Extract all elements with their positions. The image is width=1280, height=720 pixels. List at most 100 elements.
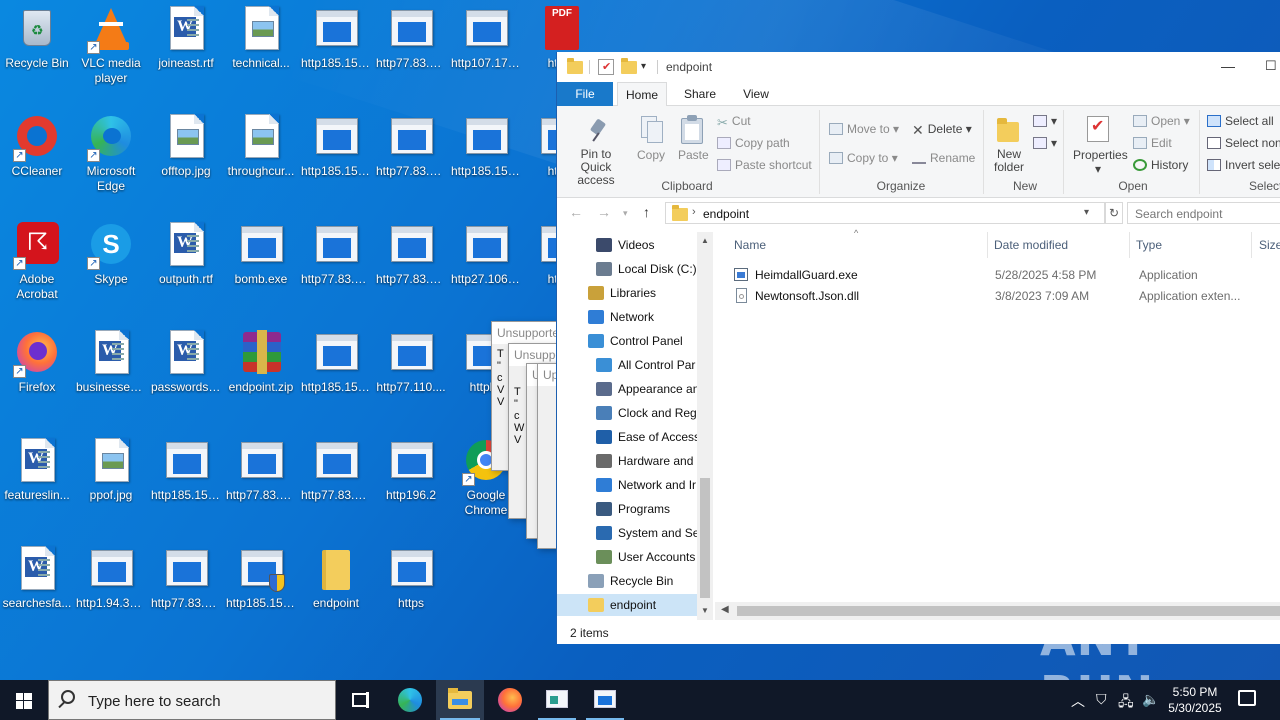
desktop-icon-web[interactable]: http77.83.2... [299,432,373,536]
desktop-icon-web[interactable]: http185.156... [299,324,373,428]
nav-item-control-panel[interactable]: Control Panel [557,330,697,352]
nav-item-all-control-par[interactable]: All Control Par [557,354,697,376]
desktop-icon-word[interactable]: Wsearchesfa... [0,540,74,644]
properties-button[interactable]: Properties [1073,148,1128,162]
desktop-icon-web[interactable]: http77.83.2... [374,108,448,212]
search-input[interactable]: Search endpoint [1127,202,1280,224]
breadcrumb-endpoint[interactable]: endpoint [703,207,749,221]
edit-button[interactable]: Edit [1133,136,1172,150]
desktop-icon-word[interactable]: Wjoineast.rtf [149,0,223,104]
taskbar-window-button-2[interactable] [582,680,628,720]
nav-item-local-disk-c[interactable]: Local Disk (C:) [557,258,697,280]
nav-item-recycle-bin[interactable]: Recycle Bin [557,570,697,592]
paste-shortcut-button[interactable]: Paste shortcut [717,158,812,172]
column-header-date-modified[interactable]: Date modified [994,238,1068,252]
open-button[interactable]: Open ▾ [1133,114,1190,128]
desktop-icon-recycle[interactable]: ♻ Recycle Bin [0,0,74,104]
desktop-icon-word[interactable]: Wpasswordsc... [149,324,223,428]
desktop-icon-web[interactable]: http77.83.2... [149,540,223,644]
recent-locations-chevron-icon[interactable]: ▾ [623,208,628,219]
file-explorer-window[interactable]: ✔ ▾ endpoint — ☐ File Home Share View Pi… [556,52,1280,644]
nav-item-endpoint[interactable]: endpoint [557,594,697,616]
copy-path-button[interactable]: Copy path [717,136,790,150]
file-list-horizontal-scrollbar[interactable]: ◀ [715,602,1280,620]
tab-view[interactable]: View [731,82,781,106]
desktop-icon-webshield[interactable]: http185.156... [224,540,298,644]
up-arrow-icon[interactable]: ↑ [643,204,650,220]
copy-to-button[interactable]: Copy to ▾ [829,151,898,165]
desktop-icon-skype[interactable]: S ↗ Skype [74,216,148,320]
tab-home[interactable]: Home [617,82,667,107]
cut-button[interactable]: ✂ Cut [717,114,751,130]
file-row[interactable]: HeimdallGuard.exe 5/28/2025 4:58 PM Appl… [731,265,1280,285]
rename-button[interactable]: Rename [912,151,975,165]
file-row[interactable]: Newtonsoft.Json.dll 3/8/2023 7:09 AM App… [731,286,1280,306]
desktop-icon-web[interactable]: http77.83.2... [224,432,298,536]
security-icon[interactable]: ⛉ [1096,691,1107,708]
desktop-icon-folder[interactable]: endpoint [299,540,373,644]
properties-dropdown[interactable]: ▾ [1095,162,1101,176]
nav-item-network[interactable]: Network [557,306,697,328]
desktop-icon-image[interactable]: technical... [224,0,298,104]
file-name[interactable]: HeimdallGuard.exe [755,268,858,282]
tab-share[interactable]: Share [675,82,725,106]
desktop-icon-web[interactable]: http185.156... [299,0,373,104]
taskbar-window-button-1[interactable] [534,680,580,720]
address-field[interactable]: › endpoint ▾ [665,202,1105,224]
title-bar[interactable]: ✔ ▾ endpoint — ☐ [557,52,1280,82]
nav-item-libraries[interactable]: Libraries [557,282,697,304]
select-none-button[interactable]: Select non [1207,136,1280,150]
properties-quick-icon[interactable]: ✔ [598,59,614,75]
tab-file[interactable]: File [557,82,613,106]
desktop-icon-ccleaner[interactable]: ↗ CCleaner [0,108,74,212]
nav-item-clock-and-regi[interactable]: Clock and Regi [557,402,699,424]
nav-item-user-accounts[interactable]: User Accounts [557,546,697,568]
nav-item-hardware-and[interactable]: Hardware and [557,450,697,472]
desktop-icon-web[interactable]: http77.110.... [374,324,448,428]
desktop-icon-web[interactable]: http185.156... [449,108,523,212]
desktop-icon-image[interactable]: offtop.jpg [149,108,223,212]
paste-button[interactable]: Paste [678,148,709,162]
desktop-icon-web[interactable]: http196.2 [374,432,448,536]
desktop-icon-image[interactable]: throughcur... [224,108,298,212]
nav-item-appearance-an[interactable]: Appearance an [557,378,699,400]
taskbar-search-input[interactable]: Type here to search [48,680,336,720]
desktop-icon-web[interactable]: http77.83.2... [374,216,448,320]
desktop-icon-web[interactable]: http77.83.2... [374,0,448,104]
task-view-button[interactable] [338,680,384,720]
nav-item-network-and-ir[interactable]: Network and Ir [557,474,697,496]
customize-quick-access-icon[interactable]: ▾ [641,61,657,77]
scroll-down-icon[interactable]: ▼ [701,606,709,615]
navigation-pane[interactable]: Videos Local Disk (C:) Libraries Network Con… [557,232,713,620]
move-to-button[interactable]: Move to ▾ [829,122,899,136]
desktop-icon-acrobat[interactable]: ☈ ↗ Adobe Acrobat [0,216,74,320]
desktop-icon-web[interactable]: bomb.exe [224,216,298,320]
select-all-button[interactable]: Select all [1207,114,1274,128]
desktop-icon-word[interactable]: Wfeatureslin... [0,432,74,536]
address-dropdown-icon[interactable]: ▾ [1084,207,1089,218]
desktop-icon-web[interactable]: https [374,540,448,644]
scroll-up-icon[interactable]: ▲ [701,236,709,245]
refresh-icon[interactable]: ↻ [1105,202,1123,224]
desktop-icon-web[interactable]: http107.175.... [449,0,523,104]
horizontal-scroll-thumb[interactable] [737,606,1280,616]
minimize-button[interactable]: — [1221,58,1235,74]
desktop-icon-edge[interactable]: ↗ Microsoft Edge [74,108,148,212]
desktop-icon-word[interactable]: Woutputh.rtf [149,216,223,320]
desktop-icon-web[interactable]: http185.156... [299,108,373,212]
notifications-icon[interactable] [1238,690,1256,706]
desktop-icon-winrar[interactable]: endpoint.zip [224,324,298,428]
desktop-icon-vlc[interactable]: ↗ VLC media player [74,0,148,104]
taskbar-file-explorer-button[interactable] [436,680,484,720]
desktop-icon-web[interactable]: http1.94.35... [74,540,148,644]
column-header-size[interactable]: Size [1259,238,1280,252]
forward-arrow-icon[interactable]: → [597,204,611,220]
back-arrow-icon[interactable]: ← [569,204,583,220]
network-icon[interactable]: 🖧 [1118,691,1134,715]
nav-item-ease-of-access[interactable]: Ease of Access [557,426,700,448]
scroll-thumb[interactable] [700,478,710,598]
column-header-type[interactable]: Type [1136,238,1162,252]
easy-access-button[interactable]: ▾ [1033,136,1057,150]
new-item-button[interactable]: ▾ [1033,114,1057,128]
column-header-name[interactable]: Name [734,238,766,252]
